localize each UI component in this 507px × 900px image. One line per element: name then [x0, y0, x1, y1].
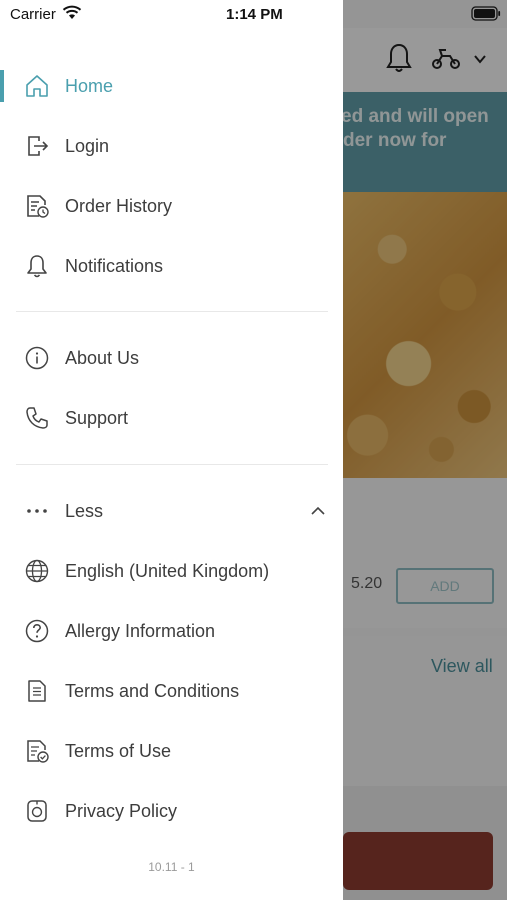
menu-item-notifications[interactable]: Notifications: [0, 238, 343, 294]
wifi-icon: [62, 5, 82, 19]
document-check-icon: [24, 738, 50, 764]
order-history-icon: [24, 193, 50, 219]
side-drawer: Home Login Order History Notifications A…: [0, 0, 343, 900]
phone-icon: [24, 405, 50, 431]
menu-label-notifications: Notifications: [65, 255, 164, 276]
menu-item-login[interactable]: Login: [0, 118, 343, 174]
menu-item-support[interactable]: Support: [0, 390, 343, 446]
menu-divider: [16, 464, 328, 465]
app-version: 10.11 - 1: [148, 860, 195, 874]
privacy-icon: [24, 798, 50, 824]
menu-label-support: Support: [65, 407, 129, 428]
menu-label-less: Less: [65, 500, 104, 521]
menu-item-terms-of-use[interactable]: Terms of Use: [0, 723, 343, 779]
bell-icon: [24, 253, 50, 279]
globe-icon: [24, 558, 50, 584]
home-icon: [24, 73, 50, 99]
more-dots-icon: [24, 498, 50, 524]
menu-label-login: Login: [65, 135, 110, 156]
menu-label-about-us: About Us: [65, 347, 140, 368]
battery-icon: [471, 6, 501, 21]
menu-item-about-us[interactable]: About Us: [0, 330, 343, 386]
menu-label-order-history: Order History: [65, 195, 173, 216]
menu-item-order-history[interactable]: Order History: [0, 178, 343, 234]
status-time: 1:14 PM: [226, 6, 283, 23]
menu-label-terms-of-use: Terms of Use: [65, 740, 172, 761]
status-bar: Carrier 1:14 PM: [0, 0, 507, 28]
menu-divider: [16, 311, 328, 312]
menu-item-allergy-information[interactable]: Allergy Information: [0, 603, 343, 659]
menu-label-terms-and-conditions: Terms and Conditions: [65, 680, 240, 701]
menu-item-privacy-policy[interactable]: Privacy Policy: [0, 783, 343, 839]
document-icon: [24, 678, 50, 704]
login-icon: [24, 133, 50, 159]
menu-label-privacy-policy: Privacy Policy: [65, 800, 178, 821]
chevron-up-icon: [311, 506, 325, 515]
menu-label-allergy-information: Allergy Information: [65, 620, 216, 641]
menu-item-language[interactable]: English (United Kingdom): [0, 543, 343, 599]
info-icon: [24, 345, 50, 371]
menu-item-home[interactable]: Home: [0, 58, 343, 114]
menu-label-language: English (United Kingdom): [65, 560, 270, 581]
menu-item-less-toggle[interactable]: Less: [0, 483, 343, 539]
carrier-label: Carrier: [10, 6, 56, 23]
question-circle-icon: [24, 618, 50, 644]
menu-item-terms-and-conditions[interactable]: Terms and Conditions: [0, 663, 343, 719]
menu-label-home: Home: [65, 75, 114, 96]
